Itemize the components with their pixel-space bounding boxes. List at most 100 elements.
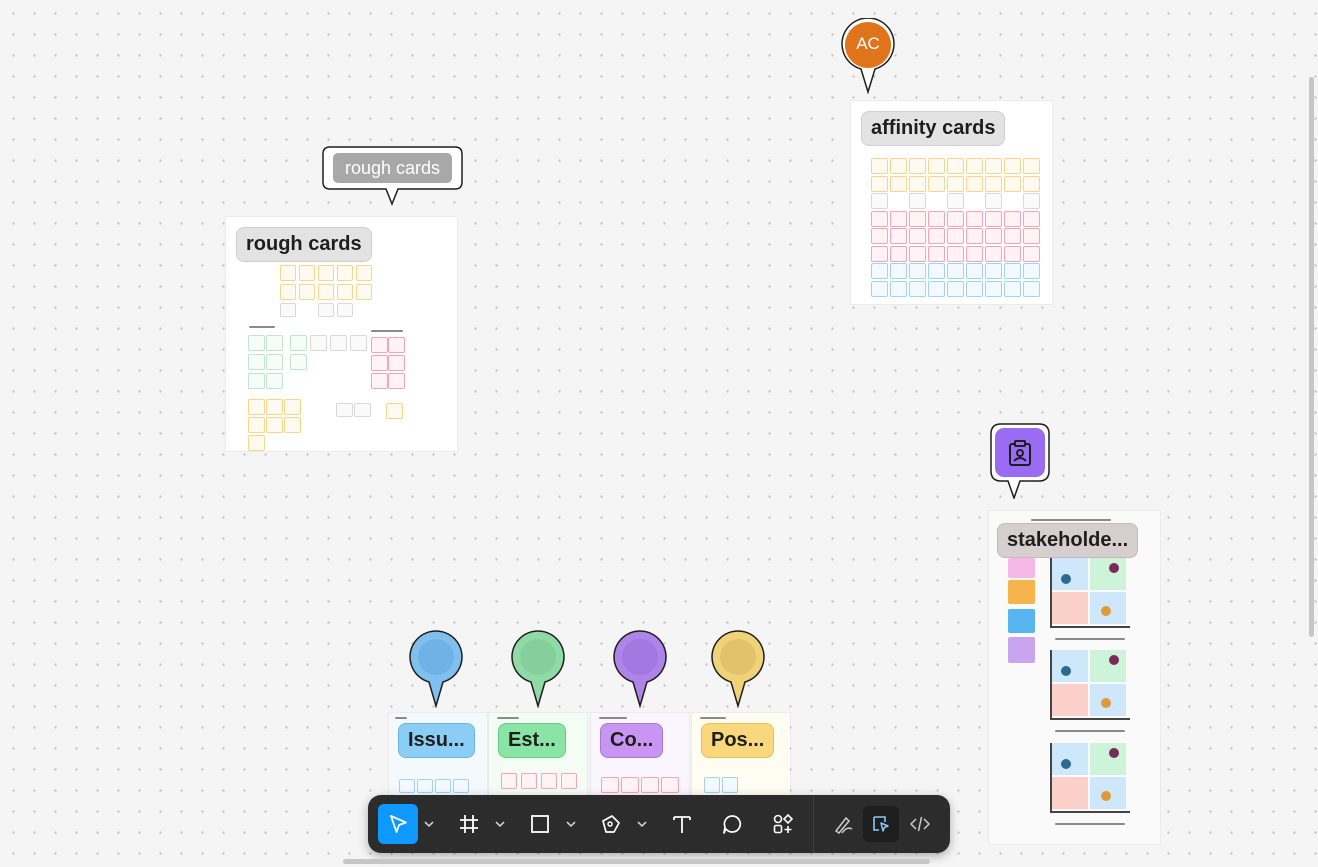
affinity-card (871, 263, 888, 279)
text-tool-button[interactable] (662, 804, 702, 844)
frame-title: Pos... (701, 723, 775, 758)
affinity-card (871, 228, 888, 244)
affinity-card (871, 245, 888, 262)
affinity-card (1004, 228, 1021, 244)
affinity-card (928, 228, 945, 244)
affinity-card (928, 245, 945, 262)
affinity-card (966, 245, 983, 262)
chevron-down-icon (424, 821, 434, 828)
rectangle-icon (531, 815, 549, 833)
actions-tool-button[interactable] (763, 804, 803, 844)
affinity-card (909, 280, 926, 297)
quadrant-caption (1055, 730, 1125, 732)
affinity-card (985, 175, 1002, 192)
positives-pin[interactable] (710, 630, 766, 709)
move-tool-dropdown[interactable] (423, 816, 435, 832)
stakeholder-dot (1101, 698, 1111, 708)
frame-title: affinity cards (861, 111, 1006, 146)
chevron-down-icon (566, 821, 576, 828)
affinity-card (1004, 158, 1021, 174)
rough-cards-comment-pin[interactable]: rough cards (322, 146, 463, 208)
affinity-card (928, 210, 945, 227)
affinity-card (890, 263, 907, 279)
issues-frame[interactable]: Issu... (389, 713, 487, 803)
horizontal-scrollbar[interactable] (343, 859, 930, 864)
affinity-card (909, 210, 926, 227)
avatar-pin-icon (841, 18, 895, 94)
affinity-card (928, 280, 945, 297)
avatar-initials: AC (856, 34, 880, 53)
shape-tool-button[interactable] (520, 804, 560, 844)
pen-tool-dropdown[interactable] (636, 816, 648, 832)
design-mode-button[interactable] (863, 806, 899, 842)
affinity-card (909, 263, 926, 279)
issues-pin[interactable] (408, 630, 464, 709)
move-tool-button[interactable] (378, 804, 418, 844)
affinity-card (985, 228, 1002, 244)
affinity-card (871, 158, 888, 174)
dev-mode-button[interactable] (901, 805, 939, 843)
pencil-scribble-icon (834, 816, 853, 834)
affinity-card (985, 263, 1002, 279)
affinity-card (947, 280, 964, 297)
frame-title: Est... (498, 723, 566, 758)
affinity-card (1023, 193, 1040, 209)
quadrant-caption (1055, 638, 1125, 640)
frame-tool-button[interactable] (449, 804, 489, 844)
comment-bubble-icon (723, 815, 742, 834)
affinity-card (890, 175, 907, 192)
estimates-frame[interactable]: Est... (489, 713, 587, 803)
stakeholder-pin[interactable] (989, 423, 1051, 499)
shapes-plus-icon (773, 813, 794, 834)
stakeholder-dot (1061, 574, 1071, 584)
affinity-card (1004, 210, 1021, 227)
stakeholder-dot (1109, 748, 1119, 758)
stakeholder-dot (1109, 655, 1119, 665)
pen-tool-button[interactable] (591, 804, 631, 844)
affinity-card (1023, 210, 1040, 227)
hash-frame-icon (460, 815, 478, 833)
affinity-card (909, 158, 926, 174)
shape-tool-dropdown[interactable] (565, 816, 577, 832)
frame-title: Issu... (398, 723, 475, 758)
draw-mode-button[interactable] (825, 805, 863, 843)
concerns-pin[interactable] (612, 630, 668, 709)
stakeholder-dot (1109, 563, 1119, 573)
clipboard-user-icon (1009, 440, 1031, 466)
affinity-card (928, 158, 945, 174)
cursor-arrow-icon (390, 815, 407, 833)
comment-tool-button[interactable] (712, 804, 752, 844)
rough-cards-comment-label: rough cards (333, 153, 452, 183)
positives-pin-icon (711, 630, 765, 709)
affinity-cards-frame[interactable]: affinity cards (851, 101, 1052, 304)
stakeholder-dot (1101, 606, 1111, 616)
affinity-card (966, 210, 983, 227)
affinity-card (966, 158, 983, 174)
vertical-scrollbar[interactable] (1309, 77, 1314, 637)
affinity-card (947, 175, 964, 192)
affinity-card (966, 175, 983, 192)
concerns-pin-icon (613, 630, 667, 709)
affinity-card (871, 210, 888, 227)
concerns-frame[interactable]: Co... (591, 713, 689, 803)
issues-pin-icon (409, 630, 463, 709)
text-t-icon (673, 816, 691, 833)
affinity-card (871, 175, 888, 192)
affinity-card (947, 193, 964, 209)
stakeholder-dot (1101, 791, 1111, 801)
design-cursor-icon (873, 816, 889, 832)
affinity-card (1023, 280, 1040, 297)
estimates-pin[interactable] (510, 630, 566, 709)
bottom-toolbar (368, 795, 950, 853)
affinity-card (985, 193, 1002, 209)
estimates-pin-icon (511, 630, 565, 709)
affinity-card (871, 280, 888, 297)
rough-cards-frame[interactable]: rough cards (226, 217, 457, 451)
collaborator-avatar-pin[interactable]: AC (841, 18, 895, 94)
affinity-card (1004, 245, 1021, 262)
frame-tool-dropdown[interactable] (494, 816, 506, 832)
positives-frame[interactable]: Pos... (692, 713, 790, 803)
stakeholders-frame[interactable]: stakeholde... (989, 511, 1160, 844)
frame-title: Co... (600, 723, 664, 758)
affinity-card (1023, 158, 1040, 174)
